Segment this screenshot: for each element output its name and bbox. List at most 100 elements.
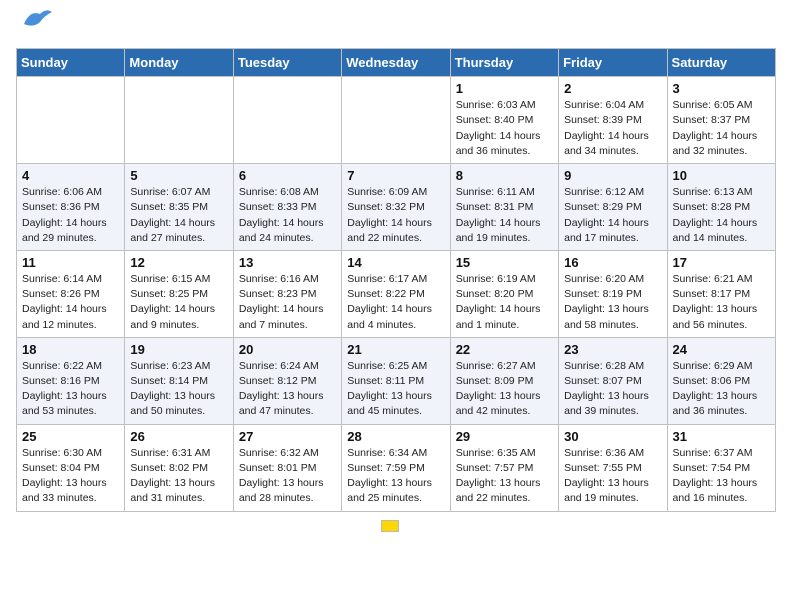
day-number: 3 <box>673 81 770 96</box>
calendar-cell <box>233 77 341 164</box>
day-info: Sunrise: 6:36 AMSunset: 7:55 PMDaylight:… <box>564 446 661 507</box>
calendar-cell: 8 Sunrise: 6:11 AMSunset: 8:31 PMDaylight… <box>450 164 558 251</box>
calendar-cell: 12Sunrise: 6:15 AMSunset: 8:25 PMDayligh… <box>125 250 233 337</box>
day-number: 23 <box>564 342 661 357</box>
day-info: Sunrise: 6:17 AMSunset: 8:22 PMDaylight:… <box>347 272 444 333</box>
day-number: 29 <box>456 429 553 444</box>
day-number: 13 <box>239 255 336 270</box>
day-info: Sunrise: 6:23 AMSunset: 8:14 PMDaylight:… <box>130 359 227 420</box>
calendar-cell: 22Sunrise: 6:27 AMSunset: 8:09 PMDayligh… <box>450 337 558 424</box>
calendar-cell: 5 Sunrise: 6:07 AMSunset: 8:35 PMDaylight… <box>125 164 233 251</box>
day-info: Sunrise: 6:06 AMSunset: 8:36 PMDaylight:… <box>22 185 119 246</box>
weekday-header: Thursday <box>450 49 558 77</box>
day-number: 8 <box>456 168 553 183</box>
calendar-cell: 14 Sunrise: 6:17 AMSunset: 8:22 PMDayligh… <box>342 250 450 337</box>
calendar-cell: 13Sunrise: 6:16 AMSunset: 8:23 PMDayligh… <box>233 250 341 337</box>
day-number: 20 <box>239 342 336 357</box>
calendar-footer <box>16 520 776 532</box>
calendar-cell: 18 Sunrise: 6:22 AMSunset: 8:16 PMDayligh… <box>17 337 125 424</box>
day-number: 9 <box>564 168 661 183</box>
day-number: 4 <box>22 168 119 183</box>
day-info: Sunrise: 6:35 AMSunset: 7:57 PMDaylight:… <box>456 446 553 507</box>
day-number: 27 <box>239 429 336 444</box>
calendar-week-row: 18 Sunrise: 6:22 AMSunset: 8:16 PMDayligh… <box>17 337 776 424</box>
calendar-cell: 28Sunrise: 6:34 AMSunset: 7:59 PMDayligh… <box>342 424 450 511</box>
calendar-cell: 27 Sunrise: 6:32 AMSunset: 8:01 PMDayligh… <box>233 424 341 511</box>
day-info: Sunrise: 6:04 AMSunset: 8:39 PMDaylight:… <box>564 98 661 159</box>
calendar-cell: 21 Sunrise: 6:25 AMSunset: 8:11 PMDayligh… <box>342 337 450 424</box>
calendar-cell: 19 Sunrise: 6:23 AMSunset: 8:14 PMDayligh… <box>125 337 233 424</box>
day-number: 22 <box>456 342 553 357</box>
day-number: 31 <box>673 429 770 444</box>
day-number: 18 <box>22 342 119 357</box>
calendar-cell: 10Sunrise: 6:13 AMSunset: 8:28 PMDayligh… <box>667 164 775 251</box>
calendar-cell: 6 Sunrise: 6:08 AMSunset: 8:33 PMDaylight… <box>233 164 341 251</box>
weekday-header: Saturday <box>667 49 775 77</box>
day-number: 26 <box>130 429 227 444</box>
calendar-week-row: 11Sunrise: 6:14 AMSunset: 8:26 PMDayligh… <box>17 250 776 337</box>
day-number: 2 <box>564 81 661 96</box>
calendar-cell <box>17 77 125 164</box>
logo <box>16 16 52 40</box>
day-info: Sunrise: 6:22 AMSunset: 8:16 PMDaylight:… <box>22 359 119 420</box>
weekday-header: Sunday <box>17 49 125 77</box>
day-info: Sunrise: 6:25 AMSunset: 8:11 PMDaylight:… <box>347 359 444 420</box>
day-number: 15 <box>456 255 553 270</box>
day-number: 5 <box>130 168 227 183</box>
calendar-cell: 23 Sunrise: 6:28 AMSunset: 8:07 PMDayligh… <box>559 337 667 424</box>
day-number: 30 <box>564 429 661 444</box>
day-number: 21 <box>347 342 444 357</box>
day-info: Sunrise: 6:09 AMSunset: 8:32 PMDaylight:… <box>347 185 444 246</box>
calendar-cell <box>125 77 233 164</box>
calendar-header: SundayMondayTuesdayWednesdayThursdayFrid… <box>17 49 776 77</box>
day-number: 19 <box>130 342 227 357</box>
day-info: Sunrise: 6:37 AMSunset: 7:54 PMDaylight:… <box>673 446 770 507</box>
weekday-header: Monday <box>125 49 233 77</box>
calendar-cell: 25Sunrise: 6:30 AMSunset: 8:04 PMDayligh… <box>17 424 125 511</box>
day-number: 11 <box>22 255 119 270</box>
day-number: 24 <box>673 342 770 357</box>
day-number: 1 <box>456 81 553 96</box>
day-number: 14 <box>347 255 444 270</box>
calendar-cell <box>342 77 450 164</box>
day-info: Sunrise: 6:28 AMSunset: 8:07 PMDaylight:… <box>564 359 661 420</box>
day-number: 25 <box>22 429 119 444</box>
day-info: Sunrise: 6:31 AMSunset: 8:02 PMDaylight:… <box>130 446 227 507</box>
day-info: Sunrise: 6:07 AMSunset: 8:35 PMDaylight:… <box>130 185 227 246</box>
day-info: Sunrise: 6:12 AMSunset: 8:29 PMDaylight:… <box>564 185 661 246</box>
calendar-cell: 20 Sunrise: 6:24 AMSunset: 8:12 PMDayligh… <box>233 337 341 424</box>
calendar-cell: 4 Sunrise: 6:06 AMSunset: 8:36 PMDaylight… <box>17 164 125 251</box>
day-info: Sunrise: 6:32 AMSunset: 8:01 PMDaylight:… <box>239 446 336 507</box>
calendar-cell: 1 Sunrise: 6:03 AMSunset: 8:40 PMDaylight… <box>450 77 558 164</box>
day-info: Sunrise: 6:21 AMSunset: 8:17 PMDaylight:… <box>673 272 770 333</box>
calendar-week-row: 4 Sunrise: 6:06 AMSunset: 8:36 PMDaylight… <box>17 164 776 251</box>
calendar-table: SundayMondayTuesdayWednesdayThursdayFrid… <box>16 48 776 511</box>
calendar-cell: 26 Sunrise: 6:31 AMSunset: 8:02 PMDayligh… <box>125 424 233 511</box>
day-number: 6 <box>239 168 336 183</box>
day-info: Sunrise: 6:29 AMSunset: 8:06 PMDaylight:… <box>673 359 770 420</box>
calendar-week-row: 1 Sunrise: 6:03 AMSunset: 8:40 PMDaylight… <box>17 77 776 164</box>
calendar-week-row: 25Sunrise: 6:30 AMSunset: 8:04 PMDayligh… <box>17 424 776 511</box>
day-number: 16 <box>564 255 661 270</box>
weekday-header: Tuesday <box>233 49 341 77</box>
day-number: 10 <box>673 168 770 183</box>
day-info: Sunrise: 6:20 AMSunset: 8:19 PMDaylight:… <box>564 272 661 333</box>
day-number: 17 <box>673 255 770 270</box>
calendar-cell: 15Sunrise: 6:19 AMSunset: 8:20 PMDayligh… <box>450 250 558 337</box>
calendar-cell: 29 Sunrise: 6:35 AMSunset: 7:57 PMDayligh… <box>450 424 558 511</box>
day-number: 12 <box>130 255 227 270</box>
calendar-cell: 24 Sunrise: 6:29 AMSunset: 8:06 PMDayligh… <box>667 337 775 424</box>
day-info: Sunrise: 6:24 AMSunset: 8:12 PMDaylight:… <box>239 359 336 420</box>
day-number: 28 <box>347 429 444 444</box>
weekday-header: Friday <box>559 49 667 77</box>
calendar-cell: 16 Sunrise: 6:20 AMSunset: 8:19 PMDayligh… <box>559 250 667 337</box>
calendar-cell: 17 Sunrise: 6:21 AMSunset: 8:17 PMDayligh… <box>667 250 775 337</box>
day-info: Sunrise: 6:03 AMSunset: 8:40 PMDaylight:… <box>456 98 553 159</box>
day-info: Sunrise: 6:08 AMSunset: 8:33 PMDaylight:… <box>239 185 336 246</box>
calendar-cell: 31 Sunrise: 6:37 AMSunset: 7:54 PMDayligh… <box>667 424 775 511</box>
day-info: Sunrise: 6:05 AMSunset: 8:37 PMDaylight:… <box>673 98 770 159</box>
calendar-cell: 11Sunrise: 6:14 AMSunset: 8:26 PMDayligh… <box>17 250 125 337</box>
daylight-color-box <box>381 520 399 532</box>
day-info: Sunrise: 6:11 AMSunset: 8:31 PMDaylight:… <box>456 185 553 246</box>
calendar-cell: 30 Sunrise: 6:36 AMSunset: 7:55 PMDayligh… <box>559 424 667 511</box>
